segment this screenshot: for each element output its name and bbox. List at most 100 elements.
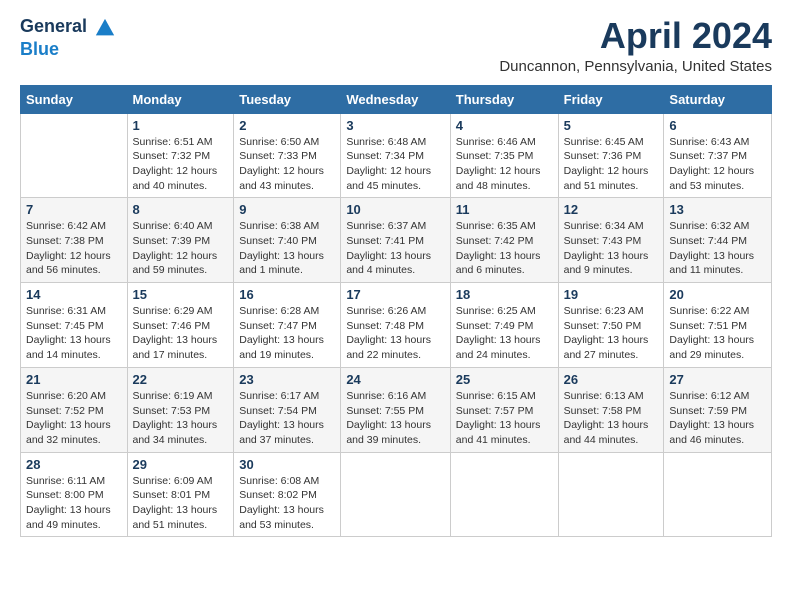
calendar-cell: 21 Sunrise: 6:20 AMSunset: 7:52 PMDayligh… [21,367,128,452]
day-number: 19 [564,287,659,302]
day-number: 29 [133,457,229,472]
calendar-cell: 18Sunrise: 6:25 AMSunset: 7:49 PMDayligh… [450,283,558,368]
calendar-cell: 20 Sunrise: 6:22 AMSunset: 7:51 PMDayligh… [664,283,772,368]
calendar-cell: 12 Sunrise: 6:34 AMSunset: 7:43 PMDayligh… [558,198,664,283]
calendar-cell: 25Sunrise: 6:15 AMSunset: 7:57 PMDayligh… [450,367,558,452]
day-info: Sunrise: 6:23 AMSunset: 7:50 PMDaylight:… [564,304,659,363]
column-header-tuesday: Tuesday [234,85,341,113]
day-number: 10 [346,202,444,217]
day-info: Sunrise: 6:26 AMSunset: 7:48 PMDaylight:… [346,304,444,363]
day-info: Sunrise: 6:45 AMSunset: 7:36 PMDaylight:… [564,135,659,194]
column-header-saturday: Saturday [664,85,772,113]
day-info: Sunrise: 6:22 AMSunset: 7:51 PMDaylight:… [669,304,766,363]
day-number: 27 [669,372,766,387]
day-number: 14 [26,287,122,302]
day-info: Sunrise: 6:19 AMSunset: 7:53 PMDaylight:… [133,389,229,448]
day-number: 17 [346,287,444,302]
day-number: 2 [239,118,335,133]
day-info: Sunrise: 6:43 AMSunset: 7:37 PMDaylight:… [669,135,766,194]
day-number: 8 [133,202,229,217]
calendar-cell: 11 Sunrise: 6:35 AMSunset: 7:42 PMDayligh… [450,198,558,283]
day-number: 30 [239,457,335,472]
week-row-3: 14Sunrise: 6:31 AMSunset: 7:45 PMDayligh… [21,283,772,368]
day-number: 22 [133,372,229,387]
day-number: 13 [669,202,766,217]
day-number: 23 [239,372,335,387]
day-number: 5 [564,118,659,133]
week-row-1: 1 Sunrise: 6:51 AMSunset: 7:32 PMDaylight… [21,113,772,198]
column-header-friday: Friday [558,85,664,113]
day-info: Sunrise: 6:48 AMSunset: 7:34 PMDaylight:… [346,135,444,194]
title-section: April 2024 Duncannon, Pennsylvania, Unit… [499,16,772,75]
calendar-cell: 13 Sunrise: 6:32 AMSunset: 7:44 PMDayligh… [664,198,772,283]
calendar-cell: 24 Sunrise: 6:16 AMSunset: 7:55 PMDayligh… [341,367,450,452]
calendar-cell: 28 Sunrise: 6:11 AMSunset: 8:00 PMDayligh… [21,452,128,537]
day-info: Sunrise: 6:51 AMSunset: 7:32 PMDaylight:… [133,135,229,194]
day-info: Sunrise: 6:13 AMSunset: 7:58 PMDaylight:… [564,389,659,448]
column-header-sunday: Sunday [21,85,128,113]
week-row-4: 21 Sunrise: 6:20 AMSunset: 7:52 PMDayligh… [21,367,772,452]
calendar-cell: 4Sunrise: 6:46 AMSunset: 7:35 PMDaylight… [450,113,558,198]
calendar-table: SundayMondayTuesdayWednesdayThursdayFrid… [20,85,772,538]
day-number: 20 [669,287,766,302]
header: General Blue April 2024 Duncannon, Penns… [20,16,772,75]
day-number: 9 [239,202,335,217]
day-info: Sunrise: 6:35 AMSunset: 7:42 PMDaylight:… [456,219,553,278]
calendar-cell: 9Sunrise: 6:38 AMSunset: 7:40 PMDaylight… [234,198,341,283]
day-info: Sunrise: 6:25 AMSunset: 7:49 PMDaylight:… [456,304,553,363]
calendar-cell: 27Sunrise: 6:12 AMSunset: 7:59 PMDayligh… [664,367,772,452]
calendar-cell: 5 Sunrise: 6:45 AMSunset: 7:36 PMDaylight… [558,113,664,198]
calendar-cell [664,452,772,537]
day-number: 24 [346,372,444,387]
calendar-cell: 26 Sunrise: 6:13 AMSunset: 7:58 PMDayligh… [558,367,664,452]
day-number: 7 [26,202,122,217]
column-header-thursday: Thursday [450,85,558,113]
day-number: 6 [669,118,766,133]
calendar-body: 1 Sunrise: 6:51 AMSunset: 7:32 PMDaylight… [21,113,772,537]
day-number: 11 [456,202,553,217]
day-info: Sunrise: 6:20 AMSunset: 7:52 PMDaylight:… [26,389,122,448]
day-info: Sunrise: 6:37 AMSunset: 7:41 PMDaylight:… [346,219,444,278]
day-number: 1 [133,118,229,133]
day-info: Sunrise: 6:50 AMSunset: 7:33 PMDaylight:… [239,135,335,194]
day-info: Sunrise: 6:40 AMSunset: 7:39 PMDaylight:… [133,219,229,278]
calendar-cell: 30Sunrise: 6:08 AMSunset: 8:02 PMDayligh… [234,452,341,537]
calendar-cell: 3 Sunrise: 6:48 AMSunset: 7:34 PMDaylight… [341,113,450,198]
calendar-cell: 8 Sunrise: 6:40 AMSunset: 7:39 PMDaylight… [127,198,234,283]
calendar-cell: 17 Sunrise: 6:26 AMSunset: 7:48 PMDayligh… [341,283,450,368]
calendar-cell: 23Sunrise: 6:17 AMSunset: 7:54 PMDayligh… [234,367,341,452]
calendar-cell [21,113,128,198]
day-number: 12 [564,202,659,217]
month-title: April 2024 [499,16,772,56]
column-header-wednesday: Wednesday [341,85,450,113]
calendar-cell: 16Sunrise: 6:28 AMSunset: 7:47 PMDayligh… [234,283,341,368]
day-info: Sunrise: 6:16 AMSunset: 7:55 PMDaylight:… [346,389,444,448]
day-info: Sunrise: 6:46 AMSunset: 7:35 PMDaylight:… [456,135,553,194]
day-number: 21 [26,372,122,387]
week-row-5: 28 Sunrise: 6:11 AMSunset: 8:00 PMDayligh… [21,452,772,537]
day-number: 25 [456,372,553,387]
day-info: Sunrise: 6:29 AMSunset: 7:46 PMDaylight:… [133,304,229,363]
day-info: Sunrise: 6:34 AMSunset: 7:43 PMDaylight:… [564,219,659,278]
calendar-cell: 1 Sunrise: 6:51 AMSunset: 7:32 PMDaylight… [127,113,234,198]
day-info: Sunrise: 6:32 AMSunset: 7:44 PMDaylight:… [669,219,766,278]
calendar-cell: 29 Sunrise: 6:09 AMSunset: 8:01 PMDayligh… [127,452,234,537]
location-title: Duncannon, Pennsylvania, United States [499,58,772,75]
calendar-header-row: SundayMondayTuesdayWednesdayThursdayFrid… [21,85,772,113]
day-info: Sunrise: 6:09 AMSunset: 8:01 PMDaylight:… [133,474,229,533]
day-info: Sunrise: 6:11 AMSunset: 8:00 PMDaylight:… [26,474,122,533]
day-info: Sunrise: 6:42 AMSunset: 7:38 PMDaylight:… [26,219,122,278]
logo-blue-text: Blue [20,39,59,60]
logo-general-text: General [20,16,87,36]
calendar-cell [341,452,450,537]
day-number: 3 [346,118,444,133]
calendar-cell: 10 Sunrise: 6:37 AMSunset: 7:41 PMDayligh… [341,198,450,283]
day-number: 28 [26,457,122,472]
calendar-cell: 14Sunrise: 6:31 AMSunset: 7:45 PMDayligh… [21,283,128,368]
calendar-cell [558,452,664,537]
day-info: Sunrise: 6:28 AMSunset: 7:47 PMDaylight:… [239,304,335,363]
calendar-cell: 2 Sunrise: 6:50 AMSunset: 7:33 PMDaylight… [234,113,341,198]
calendar-cell: 6 Sunrise: 6:43 AMSunset: 7:37 PMDaylight… [664,113,772,198]
day-number: 26 [564,372,659,387]
calendar-cell: 22 Sunrise: 6:19 AMSunset: 7:53 PMDayligh… [127,367,234,452]
